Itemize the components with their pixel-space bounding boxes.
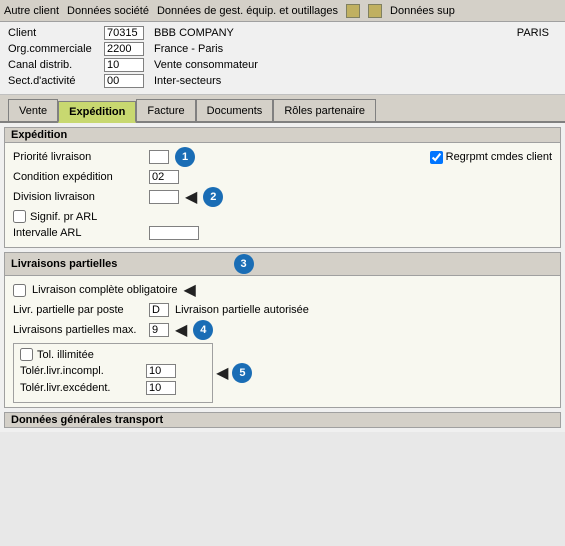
icon1 xyxy=(346,4,360,18)
client-row-3: Canal distrib. 10 Vente consommateur xyxy=(8,58,557,72)
signif-row: Signif. pr ARL xyxy=(13,210,552,223)
client-row-2: Org.commerciale 2200 France - Paris xyxy=(8,42,557,56)
signif-checkbox[interactable] xyxy=(13,210,26,223)
client-area: Client 70315 BBB COMPANY PARIS Org.comme… xyxy=(0,22,565,95)
max-label: Livraisons partielles max. xyxy=(13,324,143,336)
main-content: Expédition Priorité livraison 1 Regrpmt … xyxy=(0,123,565,432)
division-label: Division livraison xyxy=(13,191,143,203)
tolerance-box: Tol. illimitée Tolér.livr.incompl. Tolér… xyxy=(13,343,213,403)
livraisons-panel: Livraisons partielles 3 Livraison complè… xyxy=(4,252,561,408)
partielle-par-input[interactable] xyxy=(149,303,169,317)
sect-text: Inter-secteurs xyxy=(154,75,221,87)
icon2 xyxy=(368,4,382,18)
annotation-1: 1 xyxy=(175,147,195,167)
tab-vente[interactable]: Vente xyxy=(8,99,58,121)
menu-autre-client[interactable]: Autre client xyxy=(4,5,59,17)
intervalle-row: Intervalle ARL xyxy=(13,226,552,240)
org-text: France - Paris xyxy=(154,43,223,55)
menu-donnees-societe[interactable]: Données société xyxy=(67,5,149,17)
livraisons-body: Livraison complète obligatoire ◀ Livr. p… xyxy=(5,276,560,407)
partielle-par-row: Livr. partielle par poste Livraison part… xyxy=(13,303,552,317)
canal-value: 10 xyxy=(104,58,144,72)
menu-donnees-gest[interactable]: Données de gest. équip. et outillages xyxy=(157,5,338,17)
arrow-3-icon: ◀ xyxy=(184,280,196,300)
livraisons-header: Livraisons partielles 3 xyxy=(5,253,560,276)
condition-input[interactable] xyxy=(149,170,179,184)
tolerer-exced-label: Tolér.livr.excédent. xyxy=(20,382,140,394)
priorite-input[interactable] xyxy=(149,150,169,164)
regrpmt-checkbox-container: Regrpmt cmdes client xyxy=(430,151,552,164)
max-row: Livraisons partielles max. ◀ 4 xyxy=(13,320,552,340)
org-value: 2200 xyxy=(104,42,144,56)
client-row-4: Sect.d'activité 00 Inter-secteurs xyxy=(8,74,557,88)
condition-row: Condition expédition xyxy=(13,170,552,184)
arrow-4-icon: ◀ xyxy=(175,320,187,340)
annotation-5-container: ◀ 5 xyxy=(216,363,252,383)
client-row-1: Client 70315 BBB COMPANY PARIS xyxy=(8,26,557,40)
division-row: Division livraison ◀ 2 xyxy=(13,187,552,207)
partielle-autorisee-label: Livraison partielle autorisée xyxy=(175,304,309,316)
division-input[interactable] xyxy=(149,190,179,204)
max-input[interactable] xyxy=(149,323,169,337)
complete-label: Livraison complète obligatoire xyxy=(32,284,178,296)
tol-illimitee-label: Tol. illimitée xyxy=(37,349,94,361)
tolerer-incompl-input[interactable] xyxy=(146,364,176,378)
partielle-par-label: Livr. partielle par poste xyxy=(13,304,143,316)
client-value: 70315 xyxy=(104,26,144,40)
client-company: BBB COMPANY xyxy=(154,27,234,39)
canal-text: Vente consommateur xyxy=(154,59,258,71)
transport-header: Données générales transport xyxy=(4,412,561,428)
org-label: Org.commerciale xyxy=(8,43,98,55)
expedition-body: Priorité livraison 1 Regrpmt cmdes clien… xyxy=(5,143,560,247)
sect-label: Sect.d'activité xyxy=(8,75,98,87)
tab-roles-partenaire[interactable]: Rôles partenaire xyxy=(273,99,376,121)
menu-donnees-sup[interactable]: Données sup xyxy=(390,5,455,17)
tol-illimitee-row: Tol. illimitée xyxy=(20,348,206,361)
expedition-panel: Expédition Priorité livraison 1 Regrpmt … xyxy=(4,127,561,248)
arrow-5-icon: ◀ xyxy=(216,363,228,383)
sect-value: 00 xyxy=(104,74,144,88)
complete-checkbox[interactable] xyxy=(13,284,26,297)
intervalle-input[interactable] xyxy=(149,226,199,240)
priorite-row: Priorité livraison 1 Regrpmt cmdes clien… xyxy=(13,147,552,167)
intervalle-label: Intervalle ARL xyxy=(13,227,143,239)
canal-label: Canal distrib. xyxy=(8,59,98,71)
tol-illimitee-checkbox[interactable] xyxy=(20,348,33,361)
tolerer-incompl-row: Tolér.livr.incompl. xyxy=(20,364,206,378)
tab-documents[interactable]: Documents xyxy=(196,99,274,121)
regrpmt-label: Regrpmt cmdes client xyxy=(446,151,552,163)
complete-row: Livraison complète obligatoire ◀ xyxy=(13,280,552,300)
annotation-5: 5 xyxy=(232,363,252,383)
client-label: Client xyxy=(8,27,98,39)
condition-label: Condition expédition xyxy=(13,171,143,183)
tolerer-exced-input[interactable] xyxy=(146,381,176,395)
signif-label: Signif. pr ARL xyxy=(30,211,97,223)
menu-bar: Autre client Données société Données de … xyxy=(0,0,565,22)
client-city: PARIS xyxy=(517,27,557,39)
priorite-label: Priorité livraison xyxy=(13,151,143,163)
expedition-header: Expédition xyxy=(5,128,560,143)
annotation-2: 2 xyxy=(203,187,223,207)
tolerer-exced-row: Tolér.livr.excédent. xyxy=(20,381,206,395)
tab-expedition[interactable]: Expédition xyxy=(58,101,136,123)
tolerer-incompl-label: Tolér.livr.incompl. xyxy=(20,365,140,377)
annotation-3: 3 xyxy=(234,254,254,274)
tab-facture[interactable]: Facture xyxy=(136,99,195,121)
annotation-4: 4 xyxy=(193,320,213,340)
livraisons-title: Livraisons partielles xyxy=(11,258,117,270)
arrow-2-icon: ◀ xyxy=(185,187,197,207)
tabs-container: Vente Expédition Facture Documents Rôles… xyxy=(0,95,565,123)
regrpmt-checkbox[interactable] xyxy=(430,151,443,164)
